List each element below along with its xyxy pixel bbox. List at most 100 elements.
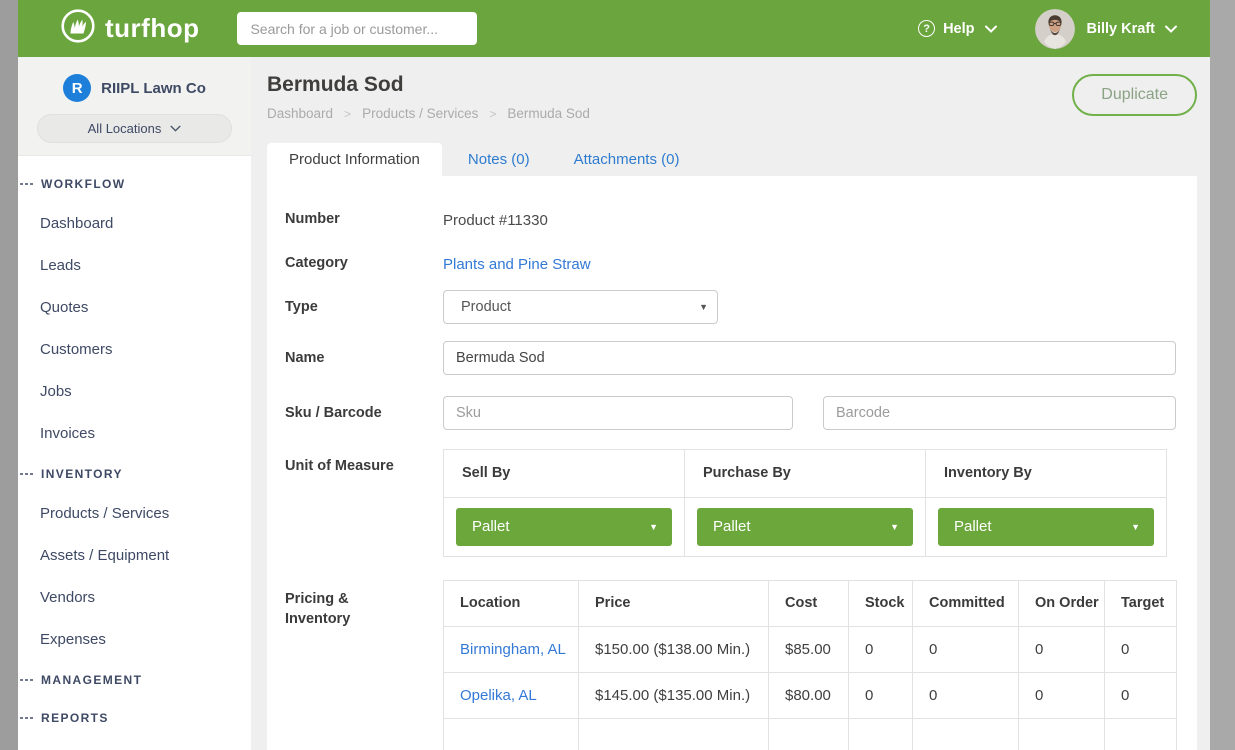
dashes-icon	[20, 679, 33, 681]
location-filter[interactable]: All Locations	[37, 114, 232, 143]
committed-cell: 0	[913, 626, 1019, 672]
location-link[interactable]: Opelika, AL	[444, 672, 579, 718]
unit-of-measure-table: Sell By Purchase By Inventory By Pallet …	[443, 449, 1167, 557]
type-label: Type	[285, 290, 443, 324]
breadcrumb-separator: >	[489, 107, 496, 121]
pricing-inventory-label: Pricing & Inventory	[285, 580, 443, 750]
cost-cell: $85.00	[769, 626, 849, 672]
price-cell: $150.00 ($138.00 Min.)	[579, 626, 769, 672]
sidebar: R RIIPL Lawn Co All Locations WORKFLOW D…	[18, 57, 251, 750]
name-input[interactable]	[443, 341, 1176, 375]
price-cell: $145.00 ($135.00 Min.)	[579, 672, 769, 718]
uom-label: Unit of Measure	[285, 449, 443, 557]
chevron-down-icon	[170, 125, 181, 132]
category-link[interactable]: Plants and Pine Straw	[443, 246, 591, 273]
col-stock: Stock	[849, 580, 913, 626]
dashes-icon	[20, 183, 33, 185]
help-label: Help	[943, 21, 974, 37]
dashes-icon	[20, 473, 33, 475]
desktop-edge-right	[1210, 0, 1235, 750]
location-link[interactable]: Birmingham, AL	[444, 626, 579, 672]
table-row: Birmingham, AL $150.00 ($138.00 Min.) $8…	[444, 626, 1177, 672]
col-committed: Committed	[913, 580, 1019, 626]
breadcrumb-dashboard[interactable]: Dashboard	[267, 106, 333, 121]
stock-cell: 0	[849, 672, 913, 718]
sidebar-section-inventory[interactable]: INVENTORY	[18, 456, 251, 492]
barcode-input[interactable]	[823, 396, 1176, 430]
avatar[interactable]	[1035, 9, 1075, 49]
sku-barcode-label: Sku / Barcode	[285, 396, 443, 430]
category-label: Category	[285, 246, 443, 273]
grass-logo-icon	[60, 8, 96, 49]
table-header-row: Location Price Cost Stock Committed On O…	[444, 580, 1177, 626]
col-price: Price	[579, 580, 769, 626]
pricing-inventory-table: Location Price Cost Stock Committed On O…	[443, 580, 1177, 750]
dropdown-arrow-icon: ▼	[890, 522, 899, 532]
dropdown-arrow-icon: ▼	[1131, 522, 1140, 532]
col-on-order: On Order	[1019, 580, 1105, 626]
breadcrumb-separator: >	[344, 107, 351, 121]
sidebar-nav: WORKFLOW Dashboard Leads Quotes Customer…	[18, 156, 251, 736]
col-cost: Cost	[769, 580, 849, 626]
chevron-down-icon	[985, 20, 997, 38]
breadcrumb: Dashboard > Products / Services > Bermud…	[267, 106, 590, 121]
sidebar-item-invoices[interactable]: Invoices	[18, 412, 251, 454]
help-menu[interactable]: ? Help	[918, 20, 996, 38]
on-order-cell: 0	[1019, 672, 1105, 718]
top-navbar: turfhop ? Help	[18, 0, 1210, 57]
target-cell: 0	[1105, 672, 1177, 718]
name-label: Name	[285, 341, 443, 375]
duplicate-button[interactable]: Duplicate	[1072, 74, 1197, 116]
product-information-panel: Number Product #11330 Category Plants an…	[267, 176, 1197, 750]
tab-attachments[interactable]: Attachments (0)	[556, 143, 698, 176]
user-menu-name[interactable]: Billy Kraft	[1087, 21, 1156, 37]
tab-product-information[interactable]: Product Information	[267, 143, 442, 176]
sell-by-select[interactable]: Pallet ▼	[456, 508, 672, 546]
sidebar-item-expenses[interactable]: Expenses	[18, 618, 251, 660]
location-filter-label: All Locations	[88, 121, 162, 136]
number-value: Product #11330	[443, 202, 548, 229]
inventory-by-select[interactable]: Pallet ▼	[938, 508, 1154, 546]
sidebar-item-dashboard[interactable]: Dashboard	[18, 202, 251, 244]
desktop-edge-left	[0, 0, 18, 750]
on-order-cell: 0	[1019, 626, 1105, 672]
main-content: Bermuda Sod Dashboard > Products / Servi…	[251, 57, 1210, 750]
sidebar-section-workflow[interactable]: WORKFLOW	[18, 166, 251, 202]
chevron-down-icon[interactable]	[1165, 20, 1177, 38]
col-target: Target	[1105, 580, 1177, 626]
col-location: Location	[444, 580, 579, 626]
sidebar-item-jobs[interactable]: Jobs	[18, 370, 251, 412]
sku-input[interactable]	[443, 396, 793, 430]
sidebar-item-quotes[interactable]: Quotes	[18, 286, 251, 328]
sidebar-item-vendors[interactable]: Vendors	[18, 576, 251, 618]
uom-col-purchase-by: Purchase By	[685, 449, 926, 497]
browser-window: turfhop ? Help	[18, 0, 1210, 750]
app-screen: turfhop ? Help	[0, 0, 1235, 750]
breadcrumb-products-services[interactable]: Products / Services	[362, 106, 478, 121]
org-logo: R	[63, 74, 91, 102]
tab-notes[interactable]: Notes (0)	[450, 143, 548, 176]
page-title: Bermuda Sod	[267, 73, 590, 97]
stock-cell: 0	[849, 626, 913, 672]
sidebar-item-assets-equipment[interactable]: Assets / Equipment	[18, 534, 251, 576]
sidebar-item-products-services[interactable]: Products / Services	[18, 492, 251, 534]
committed-cell: 0	[913, 672, 1019, 718]
sidebar-item-leads[interactable]: Leads	[18, 244, 251, 286]
breadcrumb-current: Bermuda Sod	[507, 106, 590, 121]
sidebar-section-management[interactable]: MANAGEMENT	[18, 662, 251, 698]
uom-col-inventory-by: Inventory By	[926, 449, 1167, 497]
sidebar-item-customers[interactable]: Customers	[18, 328, 251, 370]
dashes-icon	[20, 717, 33, 719]
brand-logo[interactable]: turfhop	[60, 8, 199, 49]
number-label: Number	[285, 202, 443, 229]
search-input[interactable]	[237, 12, 477, 45]
purchase-by-select[interactable]: Pallet ▼	[697, 508, 913, 546]
cost-cell: $80.00	[769, 672, 849, 718]
tab-bar: Product Information Notes (0) Attachment…	[267, 143, 1197, 176]
help-icon: ?	[918, 20, 935, 37]
target-cell: 0	[1105, 626, 1177, 672]
table-row: Opelika, AL $145.00 ($135.00 Min.) $80.0…	[444, 672, 1177, 718]
org-block: R RIIPL Lawn Co All Locations	[18, 57, 251, 156]
sidebar-section-reports[interactable]: REPORTS	[18, 700, 251, 736]
type-select[interactable]: Product	[443, 290, 718, 324]
